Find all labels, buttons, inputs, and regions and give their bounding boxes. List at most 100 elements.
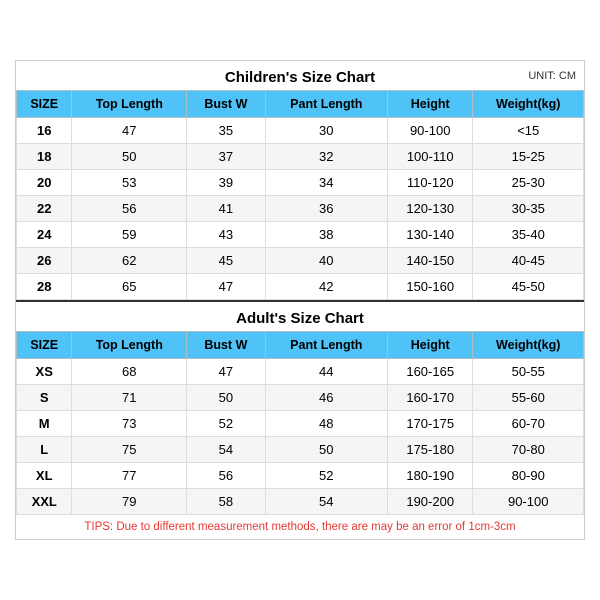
- table-cell: S: [17, 385, 72, 411]
- table-cell: 18: [17, 144, 72, 170]
- table-cell: 60-70: [473, 411, 584, 437]
- table-cell: 62: [72, 248, 187, 274]
- header-pant-length: Pant Length: [265, 91, 387, 118]
- table-cell: 47: [187, 359, 265, 385]
- table-cell: 65: [72, 274, 187, 300]
- table-row: 28654742150-16045-50: [17, 274, 584, 300]
- table-cell: 170-175: [387, 411, 472, 437]
- table-cell: 20: [17, 170, 72, 196]
- table-cell: 15-25: [473, 144, 584, 170]
- table-cell: 30: [265, 118, 387, 144]
- adult-header-size: SIZE: [17, 332, 72, 359]
- table-cell: 45: [187, 248, 265, 274]
- table-cell: 26: [17, 248, 72, 274]
- table-cell: 58: [187, 489, 265, 515]
- header-height: Height: [387, 91, 472, 118]
- table-cell: 24: [17, 222, 72, 248]
- table-cell: 50: [265, 437, 387, 463]
- table-cell: 190-200: [387, 489, 472, 515]
- adult-header-bust-w: Bust W: [187, 332, 265, 359]
- table-cell: 50-55: [473, 359, 584, 385]
- table-cell: 52: [187, 411, 265, 437]
- table-cell: <15: [473, 118, 584, 144]
- table-cell: 38: [265, 222, 387, 248]
- header-weight: Weight(kg): [473, 91, 584, 118]
- table-row: M735248170-17560-70: [17, 411, 584, 437]
- adult-header-row: SIZE Top Length Bust W Pant Length Heigh…: [17, 332, 584, 359]
- table-cell: 47: [187, 274, 265, 300]
- table-cell: 45-50: [473, 274, 584, 300]
- table-cell: 160-170: [387, 385, 472, 411]
- adult-header-pant-length: Pant Length: [265, 332, 387, 359]
- children-header-row: SIZE Top Length Bust W Pant Length Heigh…: [17, 91, 584, 118]
- table-cell: 120-130: [387, 196, 472, 222]
- table-cell: 35-40: [473, 222, 584, 248]
- table-cell: 100-110: [387, 144, 472, 170]
- table-cell: XL: [17, 463, 72, 489]
- table-cell: 34: [265, 170, 387, 196]
- table-cell: 50: [187, 385, 265, 411]
- table-cell: 68: [72, 359, 187, 385]
- table-row: XL775652180-19080-90: [17, 463, 584, 489]
- table-row: S715046160-17055-60: [17, 385, 584, 411]
- tips-text: TIPS: Due to different measurement metho…: [16, 515, 584, 539]
- table-cell: 56: [72, 196, 187, 222]
- table-cell: L: [17, 437, 72, 463]
- table-cell: M: [17, 411, 72, 437]
- table-cell: 180-190: [387, 463, 472, 489]
- adult-table: SIZE Top Length Bust W Pant Length Heigh…: [16, 331, 584, 515]
- table-cell: XXL: [17, 489, 72, 515]
- table-cell: 90-100: [473, 489, 584, 515]
- table-cell: 71: [72, 385, 187, 411]
- header-size: SIZE: [17, 91, 72, 118]
- table-row: 24594338130-14035-40: [17, 222, 584, 248]
- header-top-length: Top Length: [72, 91, 187, 118]
- table-cell: 35: [187, 118, 265, 144]
- table-cell: 46: [265, 385, 387, 411]
- table-row: 18503732100-11015-25: [17, 144, 584, 170]
- adult-title-text: Adult's Size Chart: [236, 310, 364, 327]
- adult-header-height: Height: [387, 332, 472, 359]
- table-cell: 56: [187, 463, 265, 489]
- table-cell: 50: [72, 144, 187, 170]
- table-cell: 43: [187, 222, 265, 248]
- table-row: 22564136120-13030-35: [17, 196, 584, 222]
- table-cell: 47: [72, 118, 187, 144]
- table-cell: 28: [17, 274, 72, 300]
- table-cell: 130-140: [387, 222, 472, 248]
- table-cell: 80-90: [473, 463, 584, 489]
- table-cell: 41: [187, 196, 265, 222]
- table-cell: 79: [72, 489, 187, 515]
- table-cell: 52: [265, 463, 387, 489]
- adult-header-top-length: Top Length: [72, 332, 187, 359]
- table-cell: 22: [17, 196, 72, 222]
- table-cell: 77: [72, 463, 187, 489]
- adult-section-title: Adult's Size Chart: [16, 300, 584, 331]
- table-cell: 175-180: [387, 437, 472, 463]
- table-cell: 39: [187, 170, 265, 196]
- table-cell: 75: [72, 437, 187, 463]
- table-cell: 42: [265, 274, 387, 300]
- children-section-title: Children's Size Chart UNIT: CM: [16, 61, 584, 90]
- table-cell: 40: [265, 248, 387, 274]
- table-cell: 54: [187, 437, 265, 463]
- table-cell: 44: [265, 359, 387, 385]
- table-cell: 36: [265, 196, 387, 222]
- table-cell: 73: [72, 411, 187, 437]
- table-cell: 30-35: [473, 196, 584, 222]
- table-cell: 55-60: [473, 385, 584, 411]
- table-cell: 48: [265, 411, 387, 437]
- table-cell: 32: [265, 144, 387, 170]
- table-cell: 59: [72, 222, 187, 248]
- table-cell: 90-100: [387, 118, 472, 144]
- adult-header-weight: Weight(kg): [473, 332, 584, 359]
- table-cell: 140-150: [387, 248, 472, 274]
- header-bust-w: Bust W: [187, 91, 265, 118]
- table-cell: 54: [265, 489, 387, 515]
- table-row: XS684744160-16550-55: [17, 359, 584, 385]
- table-cell: 110-120: [387, 170, 472, 196]
- table-cell: 40-45: [473, 248, 584, 274]
- table-row: 26624540140-15040-45: [17, 248, 584, 274]
- table-row: XXL795854190-20090-100: [17, 489, 584, 515]
- children-title-text: Children's Size Chart: [225, 69, 375, 86]
